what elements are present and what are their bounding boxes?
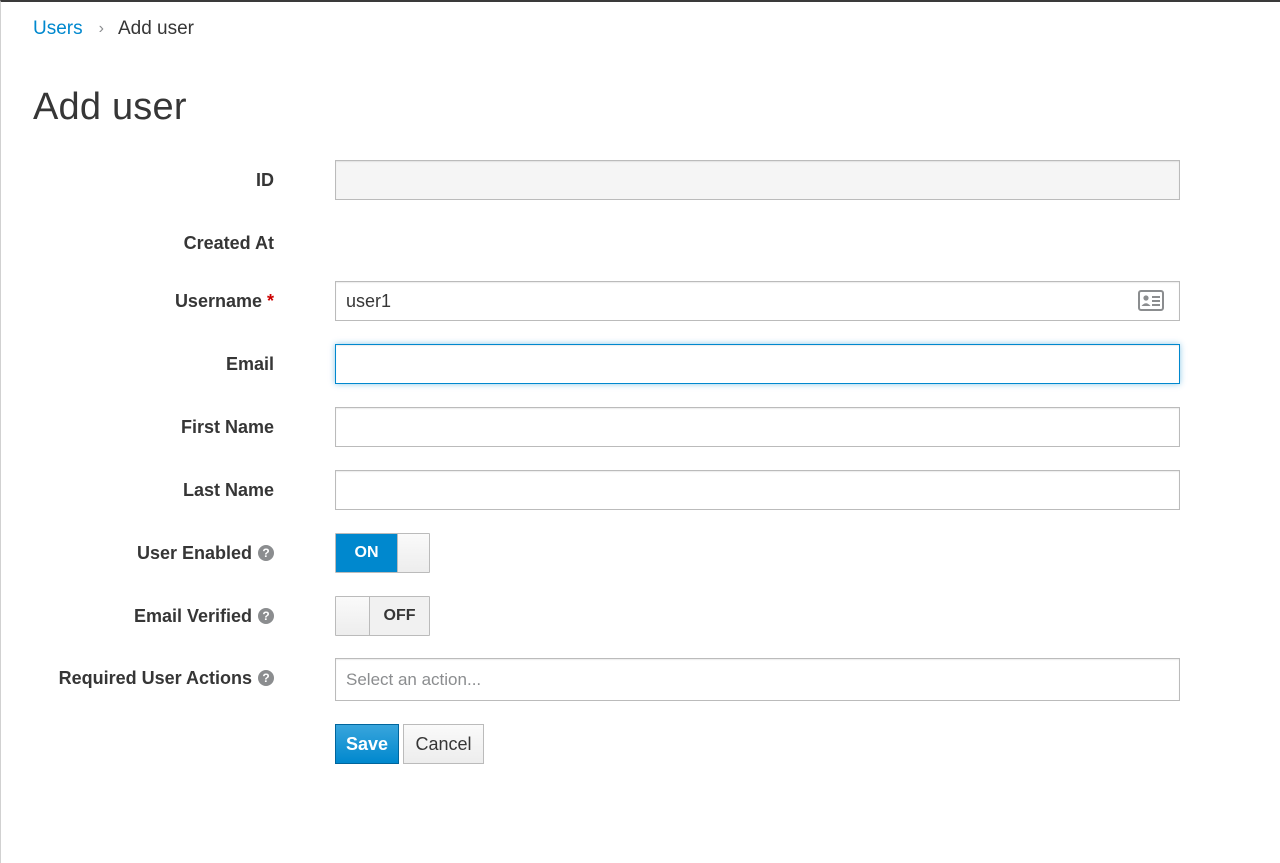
breadcrumb: Users › Add user xyxy=(33,18,194,40)
user-enabled-toggle[interactable]: ON xyxy=(335,533,430,573)
created-at-row: Created At xyxy=(1,223,1280,263)
email-field[interactable] xyxy=(335,344,1180,384)
first-name-field[interactable] xyxy=(335,407,1180,447)
last-name-row: Last Name xyxy=(1,470,1280,510)
toggle-on-label: ON xyxy=(336,534,397,572)
required-actions-select[interactable]: Select an action... xyxy=(335,658,1180,701)
username-label: Username * xyxy=(175,281,274,321)
created-at-label-text: Created At xyxy=(183,232,274,253)
id-row: ID xyxy=(1,160,1280,200)
contact-card-icon xyxy=(1138,290,1164,311)
page-title: Add user xyxy=(33,86,187,128)
required-actions-row: Required User Actions ? Select an action… xyxy=(1,658,1280,701)
username-field-wrap xyxy=(335,281,1180,321)
username-label-text: Username xyxy=(174,290,262,311)
help-icon[interactable]: ? xyxy=(258,670,274,686)
last-name-field[interactable] xyxy=(335,470,1180,510)
id-label: ID xyxy=(256,160,274,200)
username-field[interactable] xyxy=(335,281,1180,321)
save-button[interactable]: Save xyxy=(335,724,399,764)
required-actions-placeholder: Select an action... xyxy=(346,669,482,689)
user-enabled-row: User Enabled ? ON xyxy=(1,533,1280,573)
id-label-text: ID xyxy=(256,169,274,190)
cancel-button[interactable]: Cancel xyxy=(403,724,484,764)
first-name-label-text: First Name xyxy=(180,416,274,437)
email-verified-label-text: Email Verified xyxy=(133,605,252,626)
created-at-label: Created At xyxy=(184,223,274,263)
required-actions-label-text: Required User Actions xyxy=(58,667,252,688)
email-verified-label: Email Verified ? xyxy=(134,596,274,636)
user-enabled-label: User Enabled ? xyxy=(137,533,274,573)
first-name-label: First Name xyxy=(181,407,274,447)
required-actions-label: Required User Actions ? xyxy=(59,658,274,698)
id-field[interactable] xyxy=(335,160,1180,200)
email-verified-row: Email Verified ? OFF xyxy=(1,596,1280,636)
email-label: Email xyxy=(226,344,274,384)
last-name-label: Last Name xyxy=(183,470,274,510)
toggle-handle xyxy=(397,534,429,572)
email-row: Email xyxy=(1,344,1280,384)
toggle-off-label: OFF xyxy=(370,597,429,635)
toggle-handle xyxy=(336,597,370,635)
first-name-row: First Name xyxy=(1,407,1280,447)
help-icon[interactable]: ? xyxy=(258,545,274,561)
breadcrumb-users-link[interactable]: Users xyxy=(33,18,83,40)
last-name-label-text: Last Name xyxy=(182,479,274,500)
email-verified-toggle[interactable]: OFF xyxy=(335,596,430,636)
required-marker: * xyxy=(266,290,274,311)
user-enabled-label-text: User Enabled xyxy=(136,542,252,563)
help-icon[interactable]: ? xyxy=(258,608,274,624)
username-row: Username * xyxy=(1,281,1280,321)
chevron-right-icon: › xyxy=(98,20,104,37)
email-label-text: Email xyxy=(225,353,274,374)
form-actions: Save Cancel xyxy=(1,724,1280,764)
breadcrumb-current: Add user xyxy=(117,18,194,39)
